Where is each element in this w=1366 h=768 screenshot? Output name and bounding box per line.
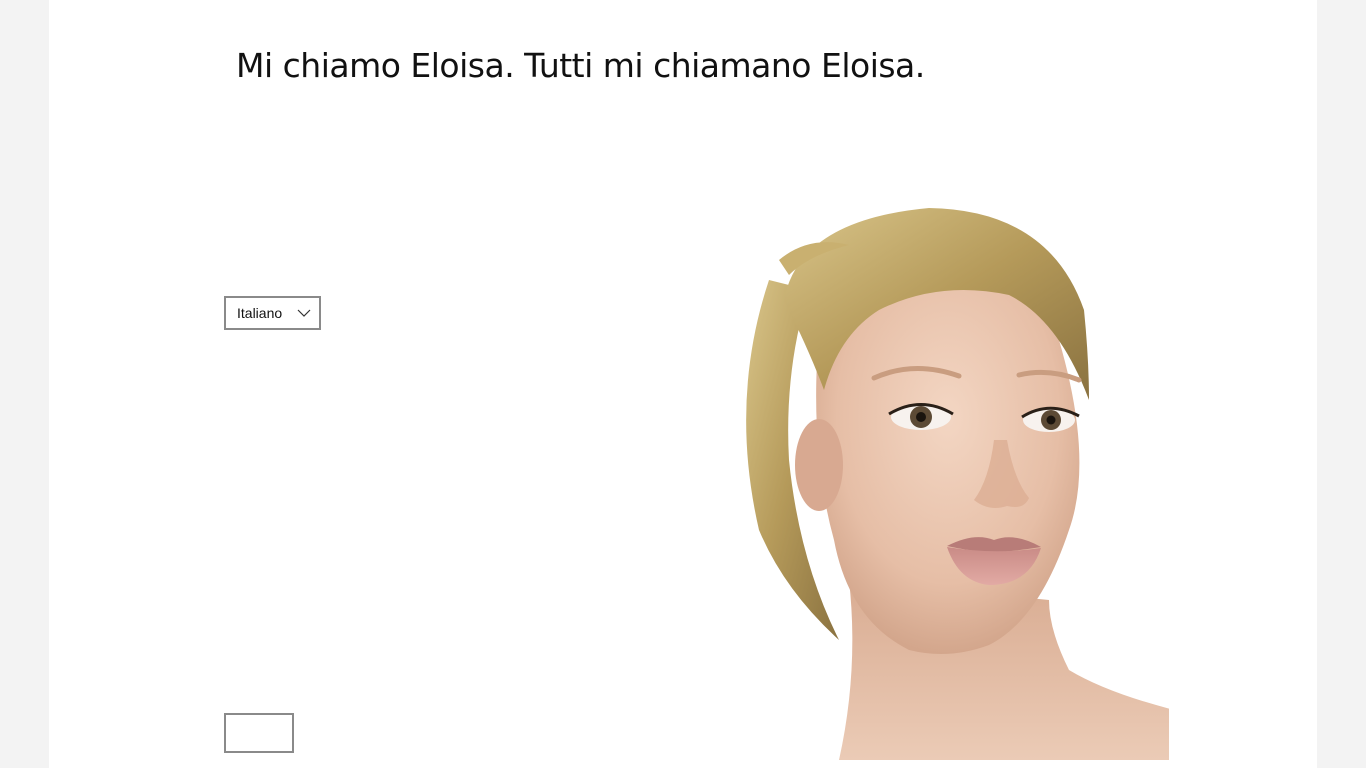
language-select[interactable]: Italiano	[224, 296, 321, 330]
avatar-image	[746, 208, 1169, 760]
language-select-value: Italiano	[237, 305, 283, 321]
chevron-down-icon	[297, 309, 311, 317]
app-window: Mi chiamo Eloisa. Tutti mi chiamano Eloi…	[49, 0, 1317, 768]
chat-input[interactable]	[224, 713, 294, 753]
speech-text: Mi chiamo Eloisa. Tutti mi chiamano Eloi…	[236, 46, 925, 85]
